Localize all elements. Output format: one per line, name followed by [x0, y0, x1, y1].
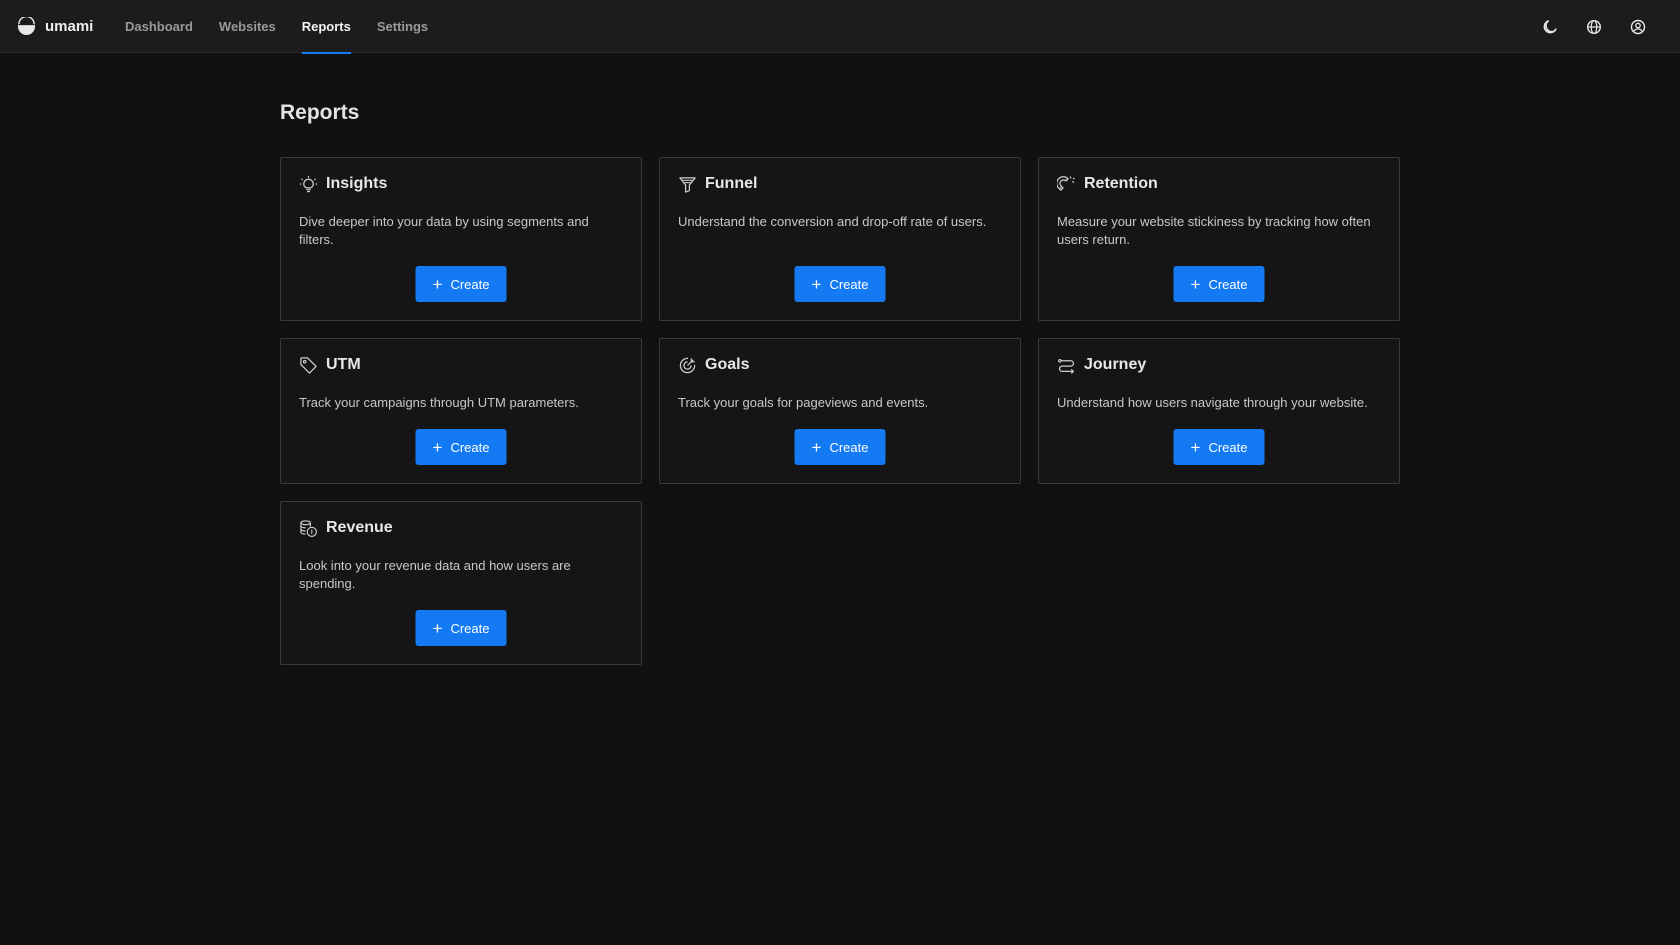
magnet-icon	[1056, 174, 1076, 194]
moon-icon	[1543, 19, 1557, 33]
card-description: Measure your website stickiness by track…	[1057, 214, 1371, 247]
create-retention-button[interactable]: + Create	[1173, 266, 1265, 302]
report-card-funnel: Funnel Understand the conversion and dro…	[659, 157, 1021, 321]
card-description: Track your campaigns through UTM paramet…	[299, 395, 579, 410]
brand-name: umami	[45, 17, 94, 35]
nav-item-settings[interactable]: Settings	[377, 0, 428, 53]
card-description: Understand the conversion and drop-off r…	[678, 214, 987, 229]
button-label: Create	[450, 439, 490, 455]
route-icon	[1056, 355, 1076, 375]
button-label: Create	[829, 439, 869, 455]
report-card-revenue: Revenue Look into your revenue data and …	[280, 501, 642, 665]
report-card-retention: Retention Measure your website stickines…	[1038, 157, 1400, 321]
button-label: Create	[829, 276, 869, 292]
create-insights-button[interactable]: + Create	[415, 266, 507, 302]
plus-icon: +	[432, 437, 443, 457]
card-description: Look into your revenue data and how user…	[299, 558, 571, 591]
umami-logo-icon	[17, 15, 36, 36]
create-goals-button[interactable]: + Create	[794, 429, 886, 465]
card-title: UTM	[326, 356, 361, 373]
card-title: Retention	[1084, 175, 1158, 192]
report-card-goals: Goals Track your goals for pageviews and…	[659, 338, 1021, 484]
main-nav: Dashboard Websites Reports Settings	[125, 0, 454, 54]
report-card-journey: Journey Understand how users navigate th…	[1038, 338, 1400, 484]
card-header: Insights	[298, 174, 387, 194]
card-header: Retention	[1056, 174, 1158, 194]
plus-icon: +	[432, 618, 443, 638]
funnel-icon	[677, 174, 697, 194]
card-description: Understand how users navigate through yo…	[1057, 395, 1368, 410]
plus-icon: +	[811, 437, 822, 457]
card-title: Goals	[705, 356, 750, 373]
button-label: Create	[450, 620, 490, 636]
create-revenue-button[interactable]: + Create	[415, 610, 507, 646]
plus-icon: +	[432, 274, 443, 294]
card-header: Funnel	[677, 174, 757, 194]
card-title: Journey	[1084, 356, 1147, 373]
theme-toggle-button[interactable]	[1528, 0, 1572, 53]
globe-icon	[1586, 19, 1602, 34]
target-icon	[677, 355, 697, 375]
report-card-utm: UTM Track your campaigns through UTM par…	[280, 338, 642, 484]
card-header: Goals	[677, 355, 749, 375]
card-header: Revenue	[298, 518, 393, 538]
coins-icon	[298, 518, 318, 538]
create-utm-button[interactable]: + Create	[415, 429, 507, 465]
language-button[interactable]	[1572, 0, 1616, 53]
profile-button[interactable]	[1616, 0, 1660, 53]
create-journey-button[interactable]: + Create	[1173, 429, 1265, 465]
card-header: Journey	[1056, 355, 1146, 375]
card-title: Insights	[326, 175, 388, 192]
page-title: Reports	[280, 101, 360, 124]
card-header: UTM	[298, 355, 361, 375]
tag-icon	[298, 355, 318, 375]
create-funnel-button[interactable]: + Create	[794, 266, 886, 302]
user-circle-icon	[1630, 19, 1646, 34]
nav-item-reports[interactable]: Reports	[301, 0, 352, 54]
button-label: Create	[1208, 439, 1248, 455]
top-actions	[1528, 0, 1660, 53]
plus-icon: +	[811, 274, 822, 294]
card-title: Funnel	[705, 175, 758, 192]
top-navigation-bar: umami Dashboard Websites Reports Setting…	[0, 0, 1680, 54]
button-label: Create	[1208, 276, 1248, 292]
card-description: Track your goals for pageviews and event…	[678, 395, 929, 410]
plus-icon: +	[1190, 274, 1201, 294]
nav-item-websites[interactable]: Websites	[219, 0, 276, 53]
card-description: Dive deeper into your data by using segm…	[299, 214, 589, 247]
plus-icon: +	[1190, 437, 1201, 457]
button-label: Create	[450, 276, 490, 292]
brand[interactable]: umami	[17, 15, 125, 36]
lightbulb-icon	[298, 174, 318, 194]
report-card-insights: Insights Dive deeper into your data by u…	[280, 157, 642, 321]
nav-item-dashboard[interactable]: Dashboard	[125, 0, 193, 53]
card-title: Revenue	[326, 519, 393, 536]
